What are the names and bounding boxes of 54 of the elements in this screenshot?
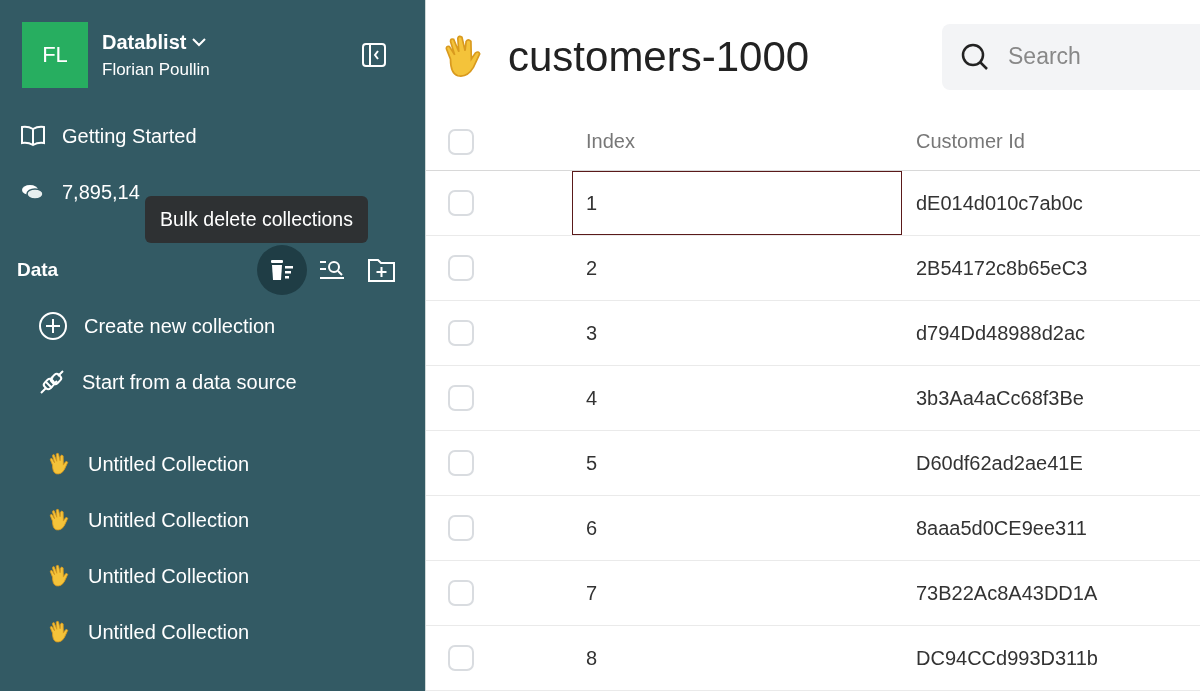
nav-item[interactable]: 7,895,14 (62, 180, 140, 204)
table-cell-text: 8aaa5d0CE9ee311 (915, 515, 1088, 541)
search-field[interactable]: Search (1006, 42, 1170, 71)
column-header[interactable]: Index (572, 113, 902, 170)
table-cell-text: 6 (585, 515, 599, 541)
table-cell-text: 7 (585, 580, 599, 606)
search-box[interactable]: Search (942, 23, 1200, 90)
collection-title: customers-1000 (508, 32, 810, 81)
select-all-checkbox[interactable] (448, 128, 474, 155)
nav-item[interactable]: Getting Started (62, 124, 197, 148)
table-cell-text: D60df62ad2ae41E (915, 450, 1084, 476)
folder-plus-icon (367, 257, 397, 283)
row-checkbox[interactable] (448, 515, 474, 541)
table-cell-text: 4 (585, 385, 599, 411)
table-cell-text: 2 (585, 255, 599, 281)
user-name: Florian Poullin (102, 59, 211, 80)
table-cell: 1 (572, 171, 902, 235)
action-link[interactable]: Create new collection (84, 314, 276, 338)
trash-list-icon (268, 258, 296, 282)
row-checkbox[interactable] (448, 255, 474, 281)
workspace-switcher[interactable]: Datablist (102, 30, 349, 54)
table-cell-text: 2B54172c8b65eC3 (915, 255, 1089, 281)
coins-icon (20, 183, 46, 201)
plug-icon (38, 368, 66, 396)
row-checkbox[interactable] (448, 450, 474, 476)
table-cell-text: 3b3Aa4aCc68f3Be (915, 385, 1085, 411)
table-cell-text: 8 (585, 645, 599, 671)
table-cell-text: 73B22Ac8A43DD1A (915, 580, 1099, 606)
section-title: Data (17, 259, 60, 281)
column-header[interactable]: Customer Id (902, 113, 1200, 170)
collection-item[interactable]: Untitled Collection (88, 508, 250, 532)
collection-item[interactable]: Untitled Collection (88, 564, 250, 588)
sidebar-panel-icon (361, 42, 387, 68)
user-avatar: FL (22, 22, 88, 88)
table-cell-text: d794Dd48988d2ac (915, 320, 1087, 346)
row-checkbox[interactable] (448, 190, 474, 216)
row-checkbox[interactable] (448, 320, 474, 346)
table-cell-text: dE014d010c7ab0c (915, 190, 1084, 216)
chevron-down-icon (192, 37, 207, 47)
table-cell-text: DC94CCd993D311b (915, 645, 1099, 671)
collection-item[interactable]: Untitled Collection (88, 452, 250, 476)
toolbar-button[interactable] (257, 245, 307, 295)
table-cell-text: 3 (585, 320, 599, 346)
action-link[interactable]: Start from a data source (82, 370, 297, 394)
list-search-icon (318, 258, 346, 282)
row-checkbox[interactable] (448, 645, 474, 671)
plus-circle-icon (38, 311, 68, 341)
table-cell-text: 5 (585, 450, 599, 476)
search-icon (960, 41, 990, 72)
row-checkbox[interactable] (448, 580, 474, 606)
tooltip: Bulk delete collections (145, 196, 368, 243)
row-checkbox[interactable] (448, 385, 474, 411)
collection-item[interactable]: Untitled Collection (88, 620, 250, 644)
book-icon (20, 125, 46, 147)
